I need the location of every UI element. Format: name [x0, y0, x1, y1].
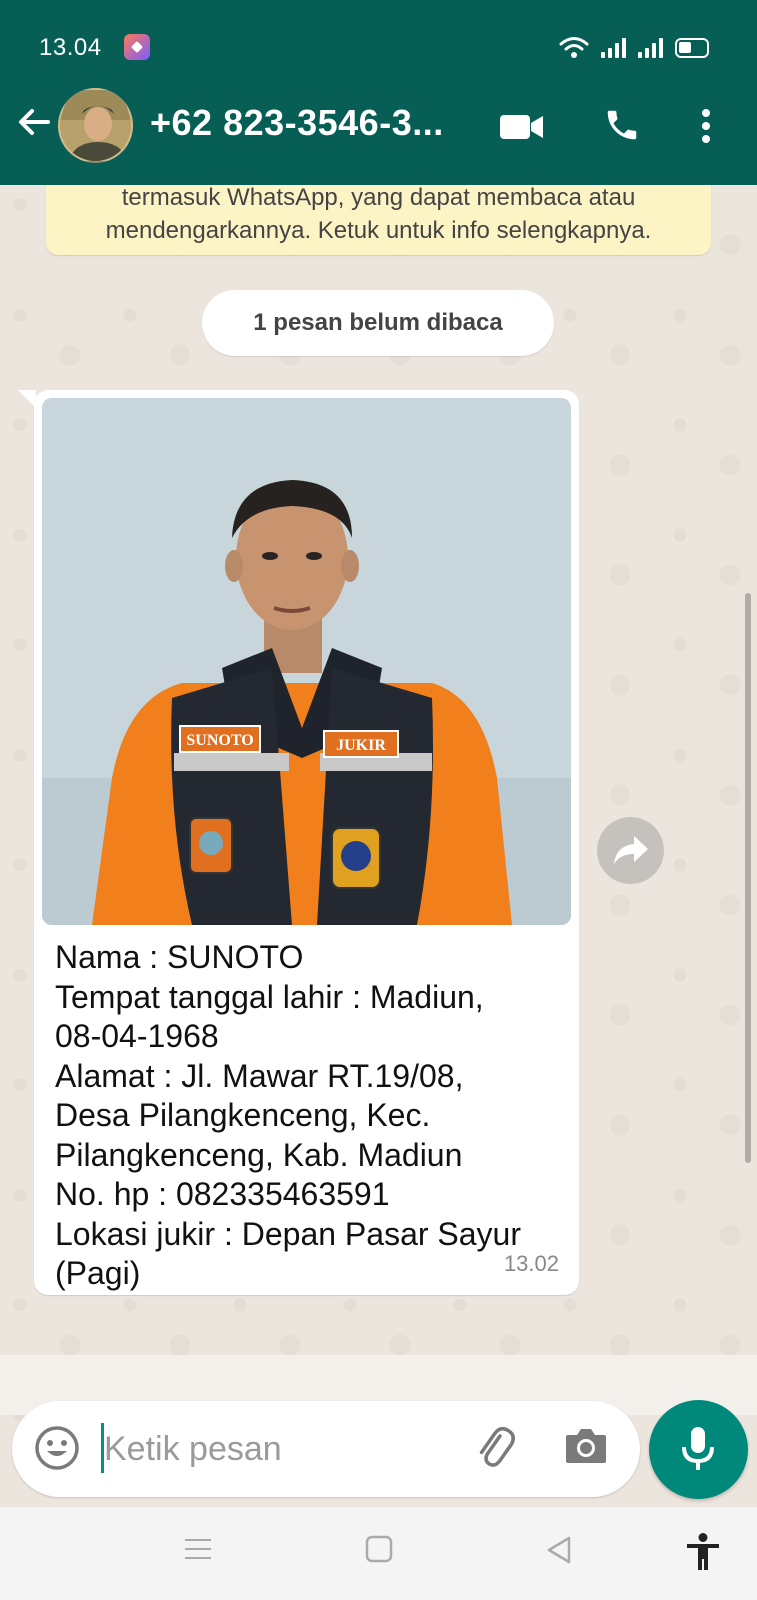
unread-messages-badge: 1 pesan belum dibaca — [202, 290, 554, 356]
chat-header: +62 823-3546-3... — [0, 68, 757, 185]
phone-icon[interactable] — [603, 106, 641, 144]
message-time: 13.02 — [503, 1251, 559, 1276]
caption-line: Alamat : Jl. Mawar RT.19/08, — [55, 1057, 464, 1094]
status-time: 13.04 — [39, 34, 102, 61]
caption-line: Nama : SUNOTO — [55, 939, 304, 975]
contact-name[interactable]: +62 823-3546-3... — [150, 102, 444, 144]
caption-line: No. hp : 082335463591 — [55, 1176, 390, 1212]
attachment-icon[interactable] — [472, 1425, 518, 1471]
wifi-icon — [559, 37, 589, 58]
status-bar: 13.04 — [0, 0, 757, 68]
name-patch-text: SUNOTO — [186, 732, 253, 749]
caption-line: Tempat tanggal lahir : Madiun, — [55, 978, 484, 1015]
system-nav-bar — [0, 1507, 757, 1600]
message-input-bar — [12, 1401, 640, 1497]
voice-message-button[interactable] — [649, 1400, 748, 1499]
home-icon[interactable] — [365, 1535, 393, 1563]
message-bubble[interactable]: SUNOTO JUKIR Nama: SUNOTO Tempat tangga… — [18, 390, 579, 1295]
message-input[interactable] — [104, 1423, 444, 1475]
status-icons — [559, 36, 709, 58]
battery-icon — [675, 38, 709, 58]
back-triangle-icon[interactable] — [545, 1535, 573, 1565]
forward-button[interactable] — [597, 817, 664, 884]
signal-icon — [638, 38, 663, 58]
contact-avatar[interactable] — [58, 88, 133, 163]
chat-area[interactable]: termasuk WhatsApp, yang dapat membaca at… — [0, 185, 757, 1507]
message-caption: Nama : SUNOTO Tempat tanggal lahir : Mad… — [55, 938, 565, 1294]
encryption-notice[interactable]: termasuk WhatsApp, yang dapat membaca at… — [46, 185, 711, 255]
forward-icon — [614, 836, 648, 864]
more-vertical-icon[interactable] — [700, 108, 712, 144]
message-photo[interactable]: SUNOTO JUKIR — [42, 398, 571, 925]
signal-icon — [601, 38, 626, 58]
caption-line: Lokasi jukir : Depan Pasar Sayur — [55, 1215, 521, 1252]
accessibility-icon[interactable] — [686, 1533, 720, 1571]
recents-menu-icon[interactable] — [184, 1535, 212, 1563]
role-patch-text: JUKIR — [336, 737, 386, 754]
camera-icon[interactable] — [564, 1425, 608, 1467]
caption-line: 08-04-1968 — [55, 1018, 219, 1054]
caption-line: Pilangkenceng, Kab. Madiun — [55, 1136, 463, 1173]
arrow-left-icon[interactable] — [14, 102, 54, 142]
video-call-icon[interactable] — [500, 113, 544, 141]
microphone-icon — [682, 1427, 714, 1470]
encryption-notice-line: termasuk WhatsApp, yang dapat membaca at… — [121, 185, 636, 211]
app-notification-icon — [124, 34, 150, 60]
encryption-notice-line: mendengarkannya. Ketuk untuk info seleng… — [105, 217, 652, 244]
scrollbar[interactable] — [745, 593, 751, 1163]
caption-line: Desa Pilangkenceng, Kec. — [55, 1097, 431, 1133]
caption-line: (Pagi) — [55, 1255, 141, 1291]
emoji-icon[interactable] — [34, 1425, 80, 1471]
